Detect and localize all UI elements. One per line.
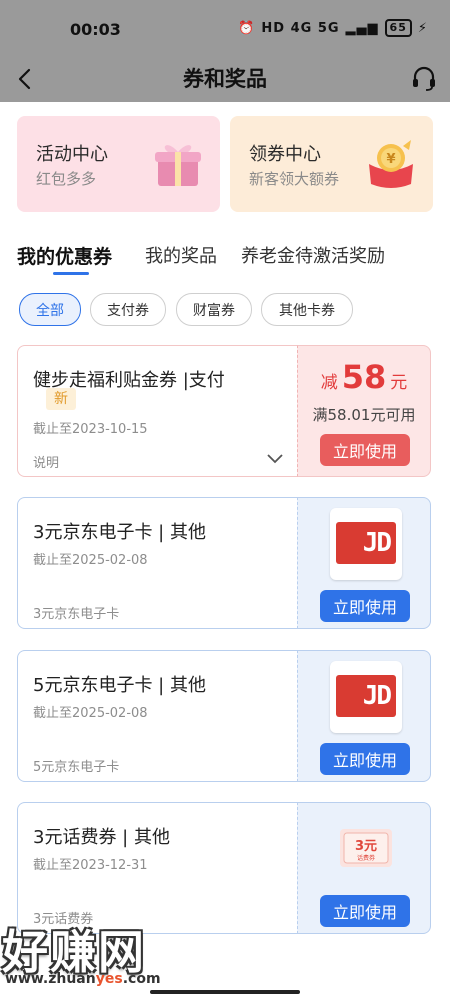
promo-subtitle: 红包多多 bbox=[36, 170, 97, 188]
filter-wealth[interactable]: 财富券 bbox=[176, 293, 252, 326]
coupon-condition: 满58.01元可用 bbox=[312, 406, 416, 424]
coupon-title: 5元京东电子卡 | 其他 bbox=[33, 675, 206, 696]
amount-value: 58 bbox=[341, 358, 387, 396]
signal-icon: ▂▄▆ bbox=[345, 20, 379, 36]
coupon-expiry: 截止至2025-02-08 bbox=[33, 706, 148, 721]
coupon-card: 5元京东电子卡 | 其他 截止至2025-02-08 5元京东电子卡 JD 立即… bbox=[17, 650, 431, 782]
phone-card-value: 3元 bbox=[355, 839, 377, 854]
coupon-desc: 5元京东电子卡 bbox=[33, 760, 120, 775]
coupon-center-card[interactable]: 领券中心 新客领大额券 ¥ bbox=[230, 116, 433, 212]
filter-other-cards[interactable]: 其他卡券 bbox=[261, 293, 353, 326]
watermark-url-suffix: .com bbox=[122, 971, 161, 987]
nav-bar: 券和奖品 bbox=[0, 56, 450, 102]
promo-subtitle: 新客领大额券 bbox=[249, 170, 340, 188]
alarm-icon: ⏰ bbox=[238, 20, 256, 36]
watermark: 好赚网 www.zhuanyes.com bbox=[0, 916, 200, 996]
promo-row: 活动中心 红包多多 领券中心 新客领大额券 ¥ bbox=[17, 116, 433, 212]
page-title: 券和奖品 bbox=[183, 67, 267, 91]
status-icons: ⏰ HD 4G 5G ▂▄▆ 65 ⚡ bbox=[238, 19, 428, 37]
coupon-main: 5元京东电子卡 | 其他 截止至2025-02-08 5元京东电子卡 bbox=[17, 650, 298, 782]
tab-pension-rewards[interactable]: 养老金待激活奖励 bbox=[241, 242, 385, 268]
activity-center-card[interactable]: 活动中心 红包多多 bbox=[17, 116, 220, 212]
gift-box-icon bbox=[155, 145, 201, 186]
tabs: 我的优惠券 我的奖品 养老金待激活奖励 bbox=[17, 238, 433, 278]
battery-indicator: 65 bbox=[384, 19, 412, 37]
coupon-title: 3元京东电子卡 | 其他 bbox=[33, 522, 206, 543]
phone-card-label: 话费券 bbox=[357, 854, 375, 862]
coupon-main: 3元话费券 | 其他 截止至2023-12-31 3元话费券 bbox=[17, 802, 298, 934]
tab-underline bbox=[53, 272, 89, 275]
coupon-main: 健步走福利贴金券 |支付 新 截止至2023-10-15 说明 bbox=[17, 345, 298, 477]
coupon-main: 3元京东电子卡 | 其他 截止至2025-02-08 3元京东电子卡 bbox=[17, 497, 298, 629]
amount-prefix: 减 bbox=[320, 373, 338, 393]
coupon-title: 3元话费券 | 其他 bbox=[33, 827, 170, 848]
red-envelope-coin-icon: ¥ bbox=[369, 140, 413, 188]
amount-unit: 元 bbox=[390, 373, 408, 393]
jd-card-text: JD bbox=[362, 681, 392, 711]
status-time: 00:03 bbox=[70, 20, 121, 39]
promo-title: 领券中心 bbox=[249, 144, 321, 165]
charging-icon: ⚡ bbox=[417, 20, 428, 36]
watermark-url-highlight: yes bbox=[95, 971, 123, 987]
jd-card: JD bbox=[336, 675, 396, 717]
coupon-amount: 减 58 元 bbox=[298, 358, 430, 396]
tab-my-coupons[interactable]: 我的优惠券 bbox=[17, 242, 112, 269]
chevron-down-icon[interactable] bbox=[266, 452, 284, 466]
promo-title: 活动中心 bbox=[36, 144, 108, 165]
watermark-url-prefix: www.zhuan bbox=[5, 971, 96, 987]
jd-card-image: JD bbox=[330, 508, 402, 580]
network-indicator: HD 4G 5G bbox=[261, 20, 340, 36]
svg-text:¥: ¥ bbox=[386, 152, 395, 167]
coupon-side: JD 立即使用 bbox=[297, 497, 431, 629]
home-indicator bbox=[150, 990, 300, 994]
coupon-side: 3元 话费券 立即使用 bbox=[297, 802, 431, 934]
coupon-expiry: 截止至2023-12-31 bbox=[33, 858, 148, 873]
jd-card-text: JD bbox=[362, 528, 392, 558]
use-now-button[interactable]: 立即使用 bbox=[320, 895, 410, 927]
use-now-button[interactable]: 立即使用 bbox=[320, 590, 410, 622]
coupon-card: 3元话费券 | 其他 截止至2023-12-31 3元话费券 3元 话费券 立即… bbox=[17, 802, 431, 934]
coupon-expiry: 截止至2025-02-08 bbox=[33, 553, 148, 568]
tab-my-prizes[interactable]: 我的奖品 bbox=[145, 242, 217, 268]
jd-card-image: JD bbox=[330, 661, 402, 733]
filter-all[interactable]: 全部 bbox=[19, 293, 81, 326]
use-now-button[interactable]: 立即使用 bbox=[320, 434, 410, 466]
watermark-url: www.zhuanyes.com bbox=[5, 971, 161, 987]
headset-icon[interactable] bbox=[410, 64, 438, 94]
coupon-card: 健步走福利贴金券 |支付 新 截止至2023-10-15 说明 减 58 元 满58… bbox=[17, 345, 431, 477]
coupon-desc: 3元京东电子卡 bbox=[33, 607, 120, 622]
coupon-expiry: 截止至2023-10-15 bbox=[33, 422, 148, 437]
filter-payment[interactable]: 支付券 bbox=[90, 293, 166, 326]
status-bar: 00:03 ⏰ HD 4G 5G ▂▄▆ 65 ⚡ bbox=[0, 0, 450, 56]
coupon-side: JD 立即使用 bbox=[297, 650, 431, 782]
new-badge: 新 bbox=[46, 388, 76, 410]
coupon-side: 减 58 元 满58.01元可用 立即使用 bbox=[297, 345, 431, 477]
phone-credit-card-image: 3元 话费券 bbox=[340, 829, 392, 867]
use-now-button[interactable]: 立即使用 bbox=[320, 743, 410, 775]
coupon-card: 3元京东电子卡 | 其他 截止至2025-02-08 3元京东电子卡 JD 立即… bbox=[17, 497, 431, 629]
jd-card: JD bbox=[336, 522, 396, 564]
explain-link[interactable]: 说明 bbox=[33, 452, 59, 471]
